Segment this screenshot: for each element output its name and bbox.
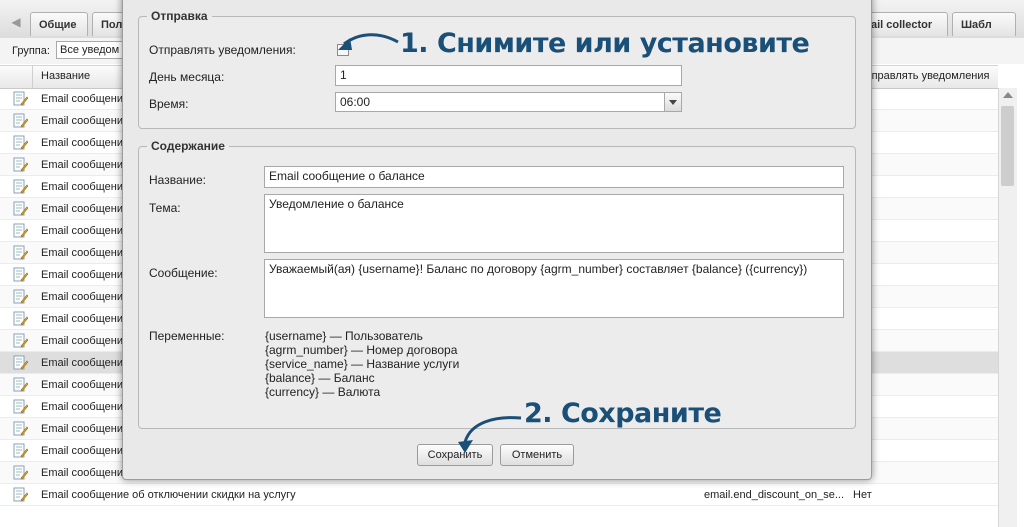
edit-document-icon[interactable] bbox=[12, 245, 28, 261]
row-name: Email сообщени bbox=[41, 313, 123, 325]
variables-label: Переменные: bbox=[149, 329, 225, 343]
edit-document-icon[interactable] bbox=[12, 135, 28, 151]
row-name: Email сообщени bbox=[41, 379, 123, 391]
column-header-notify[interactable]: Отправлять уведомления bbox=[858, 70, 989, 82]
day-of-month-input[interactable]: 1 bbox=[335, 65, 682, 86]
day-of-month-label: День месяца: bbox=[149, 70, 225, 84]
edit-document-icon[interactable] bbox=[12, 179, 28, 195]
edit-document-icon[interactable] bbox=[12, 311, 28, 327]
table-row[interactable]: Email сообщение об отключении скидки на … bbox=[0, 484, 998, 506]
name-input[interactable]: Email сообщение о балансе bbox=[264, 166, 844, 188]
step1-annotation: 1. Снимите или установите bbox=[400, 28, 810, 59]
content-legend: Содержание bbox=[151, 139, 225, 153]
scroll-up-icon[interactable] bbox=[1003, 92, 1013, 98]
tab-scroll-left-icon[interactable]: ◀ bbox=[6, 12, 26, 32]
edit-document-icon[interactable] bbox=[12, 377, 28, 393]
subject-label: Тема: bbox=[149, 201, 181, 215]
tab-email-collector[interactable]: ail collector bbox=[862, 12, 948, 36]
variable-item: {service_name} — Название услуги bbox=[265, 357, 460, 371]
edit-document-icon[interactable] bbox=[12, 487, 28, 503]
edit-document-icon[interactable] bbox=[12, 289, 28, 305]
message-label: Сообщение: bbox=[149, 266, 218, 280]
edit-document-icon[interactable] bbox=[12, 201, 28, 217]
edit-document-icon[interactable] bbox=[12, 91, 28, 107]
row-name: Email сообщени bbox=[41, 225, 123, 237]
row-code: email.end_discount_on_se... bbox=[704, 489, 845, 501]
row-name: Email сообщени bbox=[41, 335, 123, 347]
variable-item: {agrm_number} — Номер договора bbox=[265, 343, 458, 357]
group-filter-label: Группа: bbox=[12, 45, 50, 57]
row-name: Email сообщени bbox=[41, 203, 123, 215]
row-notify: Нет bbox=[853, 489, 872, 501]
variables-list: {username} — Пользователь {agrm_number} … bbox=[265, 329, 459, 399]
edit-document-icon[interactable] bbox=[12, 443, 28, 459]
row-name: Email сообщени bbox=[41, 159, 123, 171]
message-textarea[interactable]: Уважаемый(ая) {username}! Баланс по дого… bbox=[264, 259, 844, 318]
time-select[interactable]: 06:00 bbox=[335, 92, 682, 112]
grid-scrollbar[interactable] bbox=[998, 88, 1017, 527]
row-name: Email сообщени bbox=[41, 137, 123, 149]
edit-document-icon[interactable] bbox=[12, 223, 28, 239]
variable-item: {currency} — Валюта bbox=[265, 385, 381, 399]
row-name: Email сообщени bbox=[41, 269, 123, 281]
scroll-thumb[interactable] bbox=[1001, 106, 1014, 186]
row-name: Email сообщени bbox=[41, 445, 123, 457]
row-name: Email сообщени bbox=[41, 357, 123, 369]
edit-document-icon[interactable] bbox=[12, 157, 28, 173]
column-divider bbox=[32, 66, 33, 88]
tab-templates[interactable]: Шабл bbox=[952, 12, 1016, 36]
step2-arrow-icon bbox=[458, 416, 522, 453]
tab-general[interactable]: Общие bbox=[30, 12, 88, 36]
row-name: Email сообщени bbox=[41, 247, 123, 259]
column-header-name[interactable]: Название bbox=[41, 70, 90, 82]
edit-document-icon[interactable] bbox=[12, 113, 28, 129]
edit-document-icon[interactable] bbox=[12, 421, 28, 437]
row-name: Email сообщени bbox=[41, 181, 123, 193]
row-name: Email сообщени bbox=[41, 115, 123, 127]
time-value: 06:00 bbox=[340, 95, 371, 109]
step1-arrow-icon bbox=[338, 33, 399, 50]
name-label: Название: bbox=[149, 173, 206, 187]
chevron-down-icon[interactable] bbox=[664, 93, 681, 111]
row-name: Email сообщение об отключении скидки на … bbox=[41, 489, 296, 501]
subject-textarea[interactable]: Уведомление о балансе bbox=[264, 194, 844, 253]
row-name: Email сообщени bbox=[41, 291, 123, 303]
edit-document-icon[interactable] bbox=[12, 399, 28, 415]
notify-label: Отправлять уведомления: bbox=[149, 43, 296, 57]
step2-annotation: 2. Сохраните bbox=[524, 398, 722, 429]
edit-document-icon[interactable] bbox=[12, 267, 28, 283]
variable-item: {username} — Пользователь bbox=[265, 329, 423, 343]
row-name: Email сообщени bbox=[41, 93, 123, 105]
edit-document-icon[interactable] bbox=[12, 465, 28, 481]
sending-legend: Отправка bbox=[151, 9, 208, 23]
row-name: Email сообщени bbox=[41, 401, 123, 413]
time-label: Время: bbox=[149, 97, 189, 111]
edit-document-icon[interactable] bbox=[12, 333, 28, 349]
tab-users[interactable]: Пол bbox=[92, 12, 124, 36]
row-name: Email сообщени bbox=[41, 423, 123, 435]
variable-item: {balance} — Баланс bbox=[265, 371, 375, 385]
edit-document-icon[interactable] bbox=[12, 355, 28, 371]
